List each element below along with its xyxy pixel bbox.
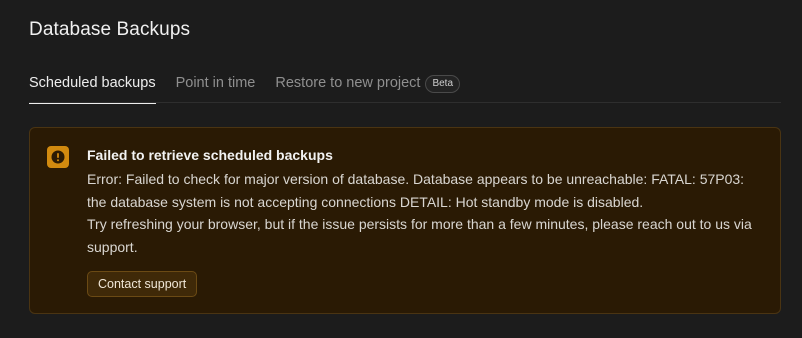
page-title: Database Backups xyxy=(29,19,191,40)
tab-point-in-time[interactable]: Point in time xyxy=(176,72,256,103)
tab-label: Scheduled backups xyxy=(29,75,156,91)
alert-error-text: Error: Failed to check for major version… xyxy=(87,171,745,210)
tab-label: Point in time xyxy=(175,75,256,91)
alert-help-text: Try refreshing your browser, but if the … xyxy=(87,216,752,255)
beta-badge: Beta xyxy=(425,75,461,93)
contact-support-button[interactable]: Contact support xyxy=(87,271,198,297)
alert-message: Error: Failed to check for major version… xyxy=(87,168,767,258)
tab-restore-to-new-project[interactable]: Restore to new project Beta xyxy=(275,72,461,103)
page: Database Backups Scheduled backups Point… xyxy=(0,0,802,338)
error-alert: Failed to retrieve scheduled backups Err… xyxy=(29,127,781,314)
tab-scheduled-backups[interactable]: Scheduled backups xyxy=(29,72,156,104)
warning-icon xyxy=(47,146,69,168)
tab-label: Restore to new project xyxy=(275,75,421,91)
alert-title: Failed to retrieve scheduled backups xyxy=(87,147,333,163)
tab-bar: Scheduled backups Point in time Restore … xyxy=(29,72,781,104)
